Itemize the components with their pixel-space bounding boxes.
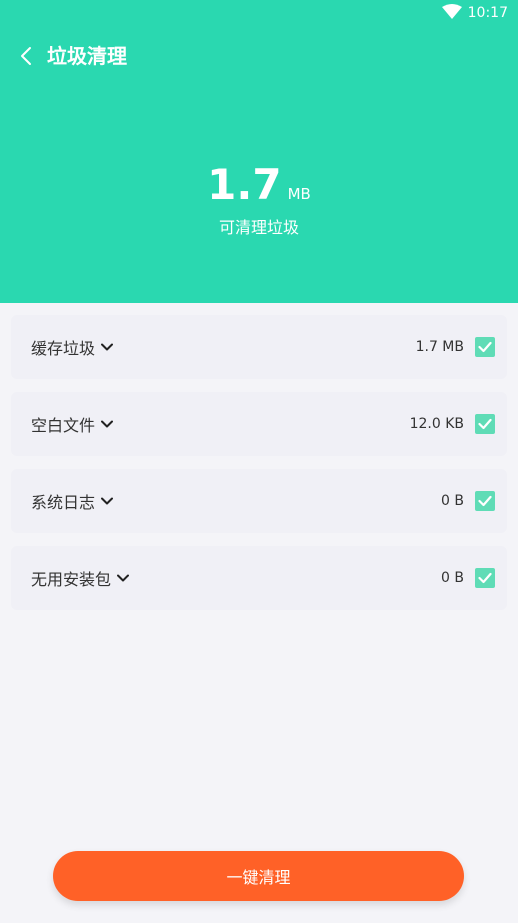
checkmark-icon [478,341,492,353]
list-item-system-logs[interactable]: 系统日志 0 B [11,469,507,533]
item-label: 系统日志 [31,493,96,512]
back-arrow-icon [21,47,31,65]
item-label: 无用安装包 [31,570,112,589]
chevron-down-icon[interactable] [101,420,114,428]
status-time: 10:17 [467,5,508,21]
checkmark-icon [478,572,492,584]
item-size: 12.0 KB [409,416,464,432]
chevron-down-icon[interactable] [101,497,114,505]
cleanable-summary: 1.7 MB 可清理垃圾 [0,160,518,238]
item-size: 1.7 MB [415,339,464,355]
item-checkbox[interactable] [475,414,495,434]
one-click-clean-button[interactable]: 一键清理 [53,851,464,901]
checkmark-icon [478,418,492,430]
cleanable-size-value: 1.7 [207,160,282,209]
header: 10:17 垃圾清理 1.7 MB 可清理垃圾 [0,0,518,303]
junk-category-list: 缓存垃圾 1.7 MB 空白文件 12.0 KB 系统日志 0 B 无用安装包 … [11,315,507,623]
item-size: 0 B [441,570,464,586]
item-label: 空白文件 [31,416,96,435]
item-size: 0 B [441,493,464,509]
wifi-icon [442,4,462,19]
item-checkbox[interactable] [475,568,495,588]
list-item-cache-junk[interactable]: 缓存垃圾 1.7 MB [11,315,507,379]
chevron-down-icon[interactable] [101,343,114,351]
page-title: 垃圾清理 [47,44,127,68]
list-item-empty-files[interactable]: 空白文件 12.0 KB [11,392,507,456]
status-bar: 10:17 [0,0,518,26]
back-button[interactable] [10,40,42,72]
checkmark-icon [478,495,492,507]
item-label: 缓存垃圾 [31,339,96,358]
item-checkbox[interactable] [475,337,495,357]
cleanable-label: 可清理垃圾 [218,218,299,237]
cleanable-size-unit: MB [287,185,311,203]
list-item-unused-packages[interactable]: 无用安装包 0 B [11,546,507,610]
chevron-down-icon[interactable] [117,574,130,582]
item-checkbox[interactable] [475,491,495,511]
